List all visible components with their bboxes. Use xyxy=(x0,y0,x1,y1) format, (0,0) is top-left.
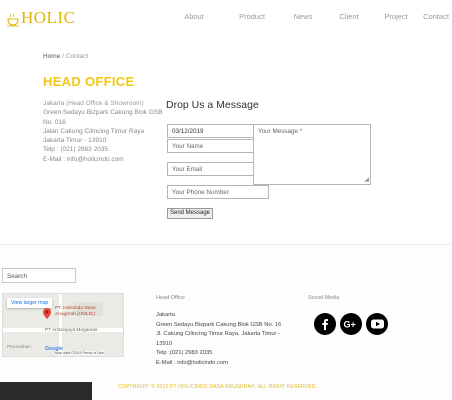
form-title: Drop Us a Message xyxy=(166,99,259,111)
breadcrumb: Home / Contact xyxy=(43,53,88,60)
main-nav: About Product News Client Project Contac… xyxy=(175,12,452,21)
footer-address-line: Jl. Cakung Cilincing Timur Raya, Jakarta… xyxy=(156,331,281,347)
embedded-map[interactable]: View larger map PT. Holicindo Dasa Anuge… xyxy=(2,293,124,357)
address-line: Jakarta Timur - 13910 xyxy=(43,137,107,145)
nav-contact[interactable]: Contact xyxy=(420,12,452,21)
footer-head-office-label: Head Office xyxy=(156,295,185,301)
footer-address: Jakarta Green Sedayu Bizpark Cakung Blok… xyxy=(156,311,296,369)
svg-text:G+: G+ xyxy=(344,320,356,330)
nav-about[interactable]: About xyxy=(175,12,213,21)
nav-news[interactable]: News xyxy=(289,12,317,21)
footer-address-line: Green Sedayu Bizpark Cakung Blok GSB No.… xyxy=(156,321,282,328)
head-office-title: HEAD OFFICE xyxy=(43,74,135,89)
footer-email: E-Mail : info@holicindo.com xyxy=(156,359,228,366)
head-office-place: Jakarta (Head Office & Showroom) xyxy=(43,100,144,107)
youtube-icon[interactable] xyxy=(366,313,388,335)
telephone: Telp : (021) 2983 2035 xyxy=(43,146,109,154)
nav-project[interactable]: Project xyxy=(381,12,411,21)
breadcrumb-home[interactable]: Home xyxy=(43,53,60,60)
cup-icon xyxy=(6,13,20,27)
nav-client[interactable]: Client xyxy=(335,12,363,21)
google-plus-icon[interactable]: G+ xyxy=(340,313,362,335)
brand-logo[interactable]: HOLIC xyxy=(6,7,75,27)
email: E-Mail : info@holicindo.com xyxy=(43,155,124,163)
address-line: Green Sedayu Bizpark Cakung Blok GSB No.… xyxy=(43,109,163,126)
search-input[interactable]: Search xyxy=(2,268,76,283)
map-poi-label: Perumahan xyxy=(7,344,31,349)
message-placeholder: Your Message * xyxy=(258,128,303,135)
address-line: Jalan Cakung Cilincing Timur Raya xyxy=(43,127,145,135)
breadcrumb-separator: / xyxy=(62,53,64,60)
head-office-address: Jakarta (Head Office & Showroom) Green S… xyxy=(43,99,163,164)
resize-handle-icon[interactable]: ◢ xyxy=(364,177,369,183)
facebook-icon[interactable] xyxy=(314,313,336,335)
cookie-bar xyxy=(0,382,92,400)
nav-product[interactable]: Product xyxy=(233,12,271,21)
footer-telephone: Telp :(021) 2983 2035 xyxy=(156,350,213,357)
copyright: COPYRIGHT © 2016 PT HOLICINDO DASA ANUGE… xyxy=(118,384,318,390)
map-poi-label: PT Ambarjaya Megamas xyxy=(45,328,98,333)
breadcrumb-current: Contact xyxy=(65,53,89,60)
map-place-label: PT. Holicindo Dasa Anugerah (HOLIC) xyxy=(55,306,96,317)
social-media-label: Social Media xyxy=(308,295,340,301)
message-textarea[interactable]: Your Message * ◢ xyxy=(253,124,371,185)
header: HOLIC About Product News Client Project … xyxy=(0,0,452,38)
footer-address-line: Jakarta xyxy=(156,312,176,318)
map-data-attribution: Map data ©2019 Terms of Use xyxy=(55,351,104,355)
brand-name: HOLIC xyxy=(21,8,76,27)
send-message-button[interactable]: Send Message xyxy=(167,208,213,219)
map-pin-icon[interactable] xyxy=(43,306,51,319)
phone-field[interactable]: Your Phone Number xyxy=(167,185,269,199)
